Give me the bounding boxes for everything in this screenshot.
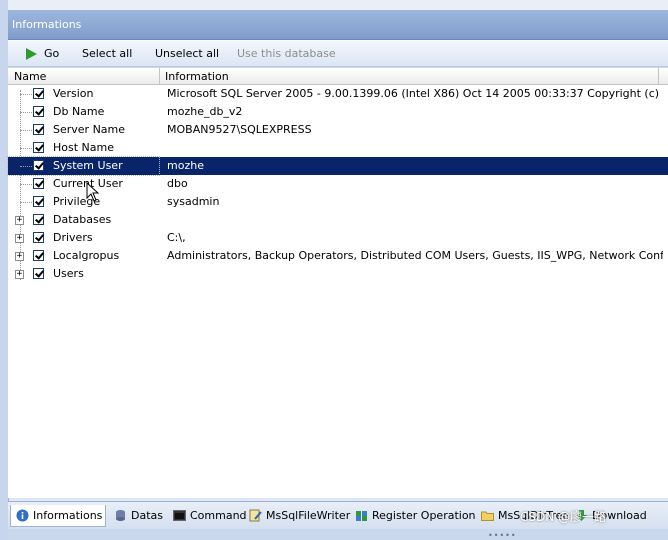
tab-label: Datas [131,509,163,522]
tree-branch-line [20,130,32,131]
expand-icon[interactable]: + [15,270,24,279]
row-information: Administrators, Backup Operators, Distri… [167,249,663,262]
status-strip: ••••• [8,529,668,540]
tree-row[interactable]: Db Name mozhe_db_v2 [8,103,668,121]
column-header-information[interactable]: Information [165,70,229,83]
row-checkbox[interactable] [33,250,44,261]
expand-icon[interactable]: + [15,234,24,243]
name-cell[interactable]: + Drivers [8,229,159,247]
tree-row[interactable]: + Localgropus Administrators, Backup Opera… [8,247,668,265]
panel-header: Informations [8,10,668,40]
select-all-button[interactable]: Select all [82,47,132,61]
row-name: Drivers [53,231,93,244]
tree-row[interactable]: + Databases [8,211,668,229]
column-divider[interactable] [658,68,659,85]
row-information: Microsoft SQL Server 2005 - 9.00.1399.06… [167,87,663,100]
tree-row[interactable]: Version Microsoft SQL Server 2005 - 9.00.… [8,85,668,103]
row-name: System User [53,159,123,172]
tree-row[interactable]: + Users [8,265,668,283]
name-cell[interactable]: Current User [8,175,159,193]
panel-title: Informations [12,18,82,31]
tree-branch-line [20,166,32,167]
row-name: Localgropus [53,249,120,262]
row-name: Server Name [53,123,126,136]
tree-row[interactable]: System User mozhe [7,156,668,176]
row-information: sysadmin [167,195,220,208]
tab-label: Command [190,509,247,522]
expand-icon[interactable]: + [15,216,24,225]
tab-datas[interactable]: Datas [109,505,165,527]
tab-informations[interactable]: Informations [10,505,106,527]
mouse-cursor-icon [86,182,100,202]
row-information: dbo [167,177,188,190]
row-checkbox[interactable] [33,196,44,207]
unselect-all-button[interactable]: Unselect all [155,47,219,61]
column-divider[interactable] [159,68,160,85]
name-cell[interactable]: System User [7,156,160,176]
row-checkbox[interactable] [33,214,44,225]
tree-branch-line [20,94,32,95]
name-cell[interactable]: Version [8,85,159,103]
tree-row[interactable]: Server Name MOBAN9527\SQLEXPRESS [8,121,668,139]
row-name: Host Name [53,141,114,154]
row-checkbox[interactable] [33,142,44,153]
use-database-button: Use this database [237,47,336,60]
name-cell[interactable]: + Users [8,265,159,283]
row-information: C:\, [167,231,186,244]
tree-row[interactable]: + Drivers C:\, [8,229,668,247]
tree-branch-line [20,184,32,185]
watermark: CSDN @廖一路 [520,510,607,524]
tree-branch-line [20,202,32,203]
tab-register-operation[interactable]: Register Operation [350,505,476,527]
name-cell[interactable]: + Databases [8,211,159,229]
play-icon[interactable] [26,48,37,60]
name-cell[interactable]: Host Name [8,139,159,157]
row-information: MOBAN9527\SQLEXPRESS [167,123,312,136]
row-information: mozhe [167,159,204,172]
row-checkbox[interactable] [33,232,44,243]
name-cell[interactable]: + Localgropus [8,247,159,265]
name-cell[interactable]: Privilege [8,193,159,211]
tree-row[interactable]: Current User dbo [8,175,668,193]
name-cell[interactable]: Db Name [8,103,159,121]
row-checkbox[interactable] [33,178,44,189]
row-checkbox[interactable] [33,268,44,279]
tree-row[interactable]: Host Name [8,139,668,157]
informations-panel: Informations Go Select all Unselect all … [7,10,668,498]
row-name: Db Name [53,105,105,118]
grid-header: Name Information [8,67,668,85]
tab-label: Informations [33,509,103,522]
row-checkbox[interactable] [33,160,44,171]
tree-branch-line [20,112,32,113]
expand-icon[interactable]: + [15,252,24,261]
column-header-name[interactable]: Name [14,70,46,83]
tab-command[interactable]: Command [168,505,247,527]
name-cell[interactable]: Server Name [8,121,159,139]
row-information: mozhe_db_v2 [167,105,243,118]
row-checkbox[interactable] [33,106,44,117]
row-checkbox[interactable] [33,124,44,135]
tree-row[interactable]: Privilege sysadmin [8,193,668,211]
tab-label: MsSqlFileWriter [266,509,351,522]
tab-label: Register Operation [372,509,476,522]
row-name: Version [53,87,94,100]
tab-mssqlfilewriter[interactable]: MsSqlFileWriter [244,505,351,527]
go-button[interactable]: Go [44,47,59,61]
tree-branch-line [20,148,32,149]
row-name: Databases [53,213,112,226]
resize-grip[interactable]: ••••• [488,531,517,540]
row-checkbox[interactable] [33,88,44,99]
toolbar: Go Select all Unselect all Use this data… [8,41,668,67]
row-name: Users [53,267,84,280]
